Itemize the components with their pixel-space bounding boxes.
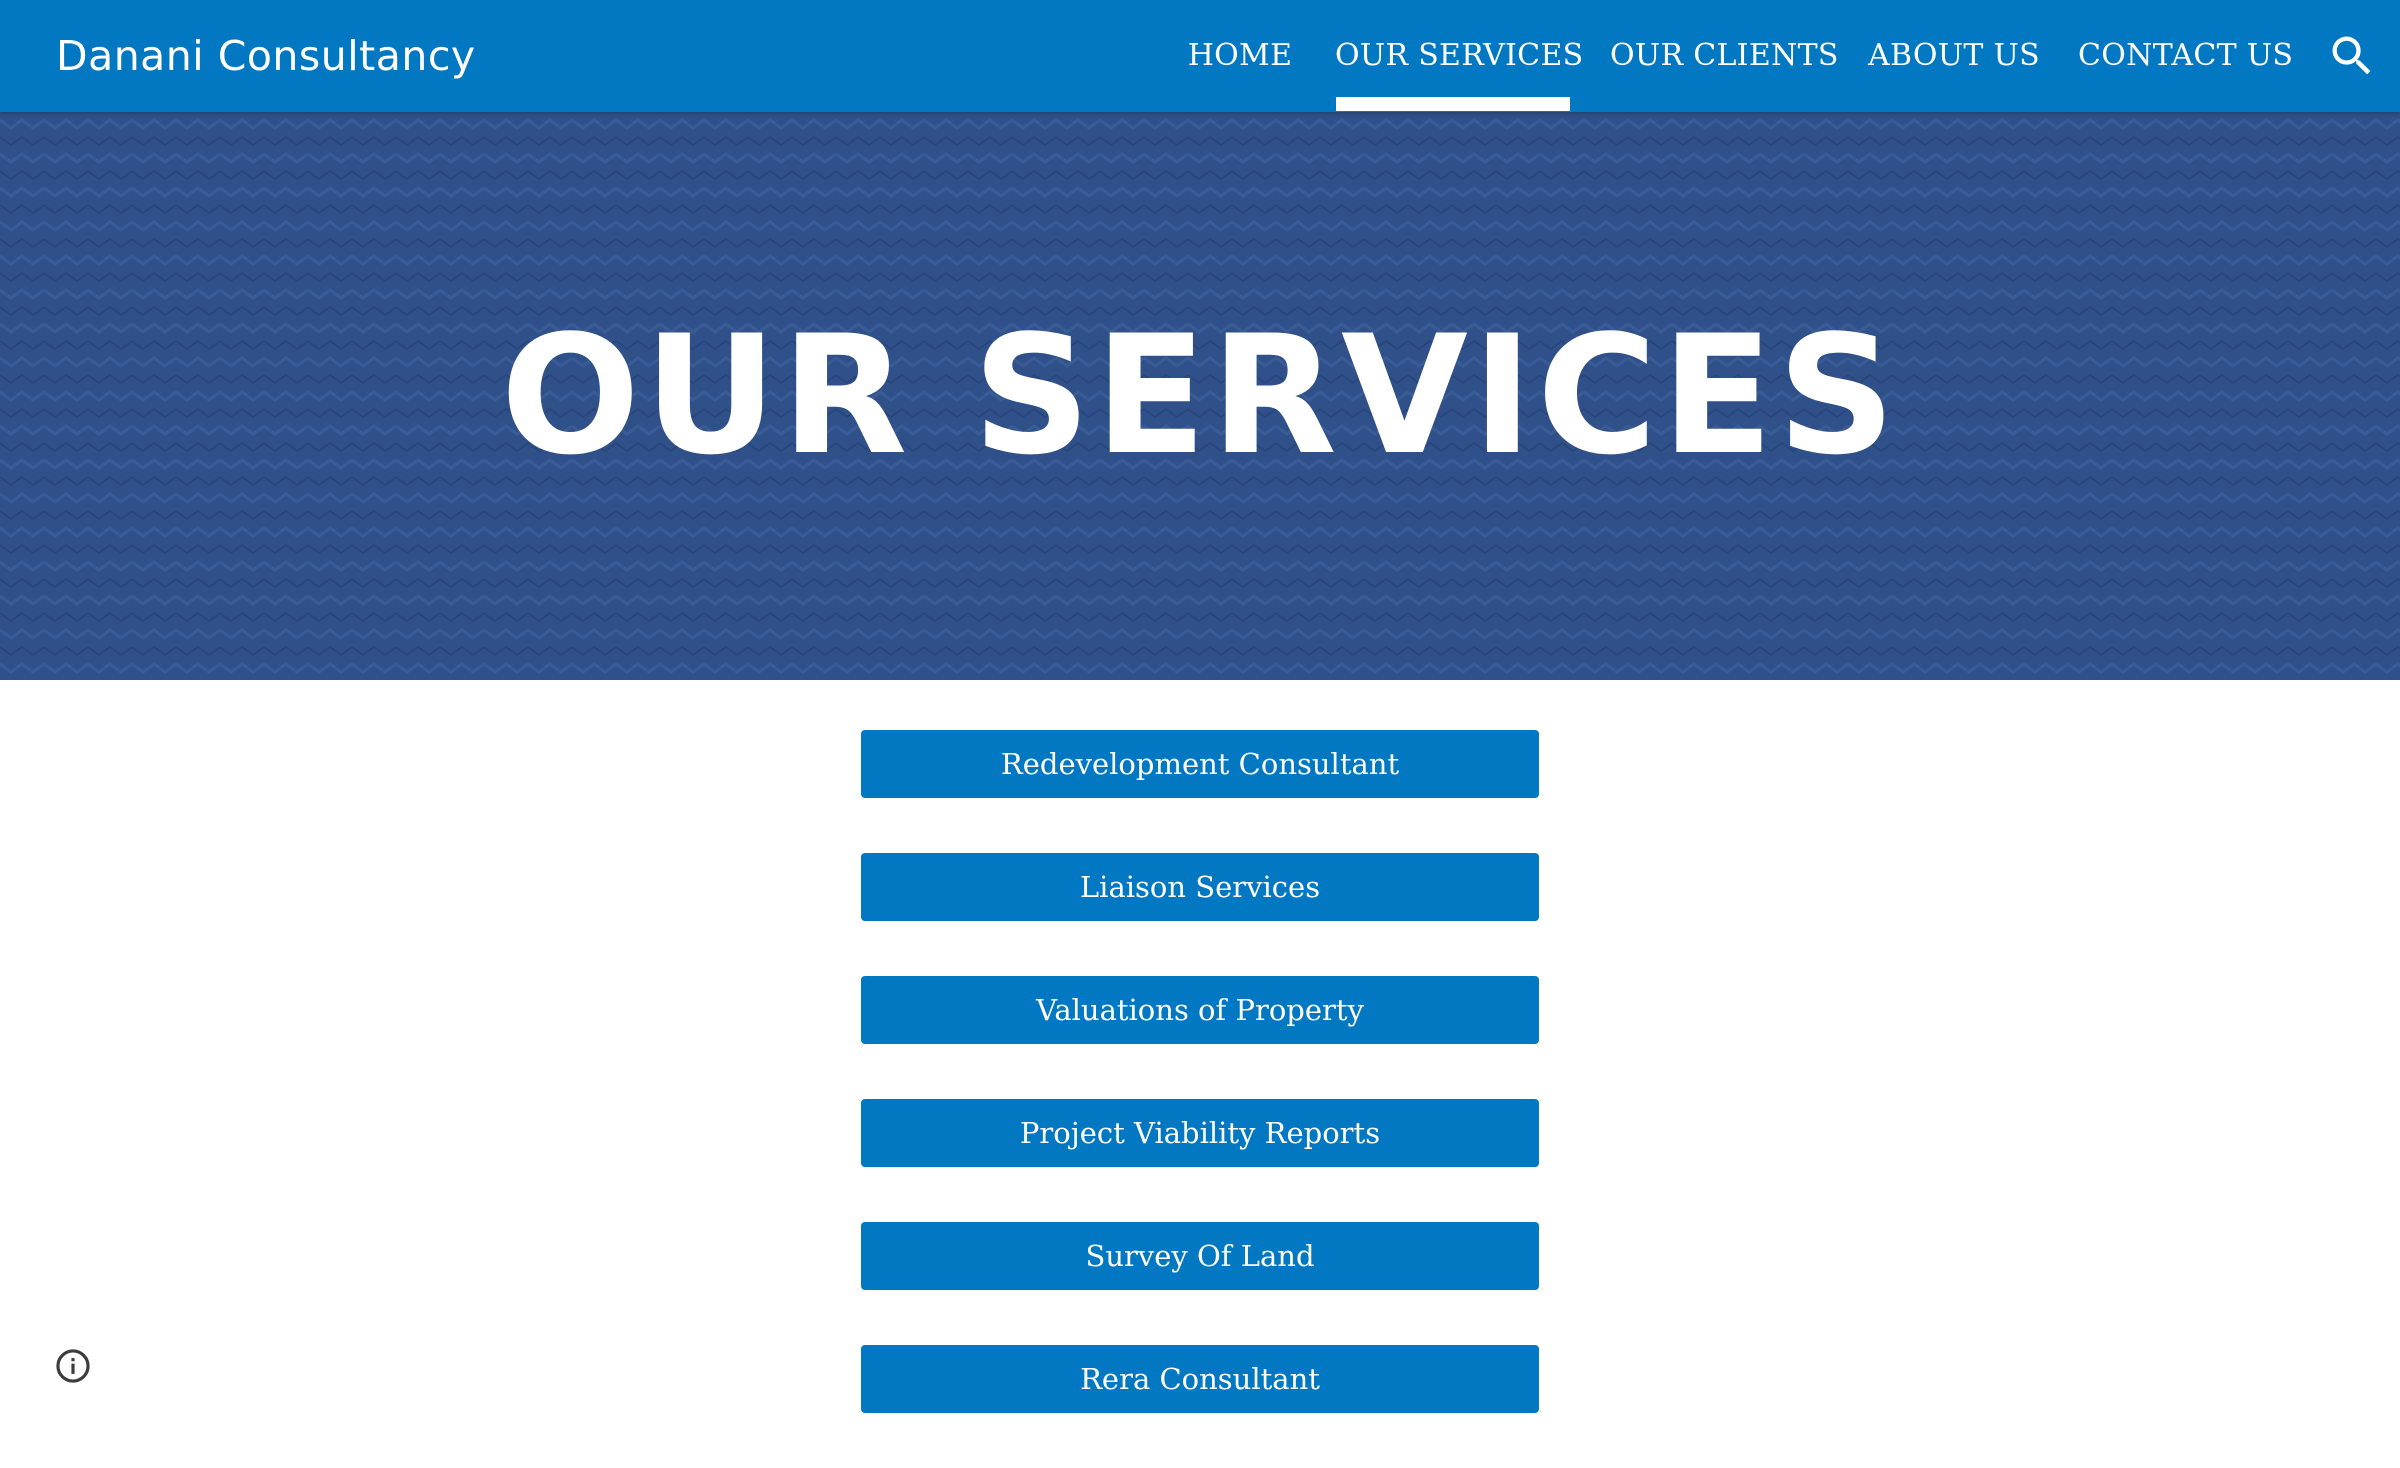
site-title[interactable]: Danani Consultancy — [56, 0, 476, 112]
service-button-survey-of-land[interactable]: Survey Of Land — [861, 1222, 1539, 1290]
info-icon — [56, 1349, 90, 1383]
page-title: OUR SERVICES — [500, 300, 1900, 491]
hero-banner: OUR SERVICES — [0, 112, 2400, 680]
active-nav-indicator — [1336, 97, 1570, 111]
search-icon — [2332, 36, 2371, 75]
nav-item-home[interactable]: HOME — [1180, 0, 1300, 112]
service-button-liaison-services[interactable]: Liaison Services — [861, 853, 1539, 921]
search-button[interactable] — [2326, 30, 2378, 82]
site-info-button[interactable] — [54, 1347, 92, 1385]
nav-item-contact-us[interactable]: CONTACT US — [2078, 0, 2293, 112]
nav-item-our-services[interactable]: OUR SERVICES — [1335, 0, 1583, 112]
service-button-redevelopment-consultant[interactable]: Redevelopment Consultant — [861, 730, 1539, 798]
service-button-project-viability-reports[interactable]: Project Viability Reports — [861, 1099, 1539, 1167]
top-navigation-bar: Danani Consultancy HOME OUR SERVICES OUR… — [0, 0, 2400, 112]
nav-item-our-clients[interactable]: OUR CLIENTS — [1610, 0, 1838, 112]
service-button-valuations-of-property[interactable]: Valuations of Property — [861, 976, 1539, 1044]
service-button-rera-consultant[interactable]: Rera Consultant — [861, 1345, 1539, 1413]
nav-item-about-us[interactable]: ABOUT US — [1868, 0, 2040, 112]
services-list: Redevelopment Consultant Liaison Service… — [861, 730, 1539, 1468]
